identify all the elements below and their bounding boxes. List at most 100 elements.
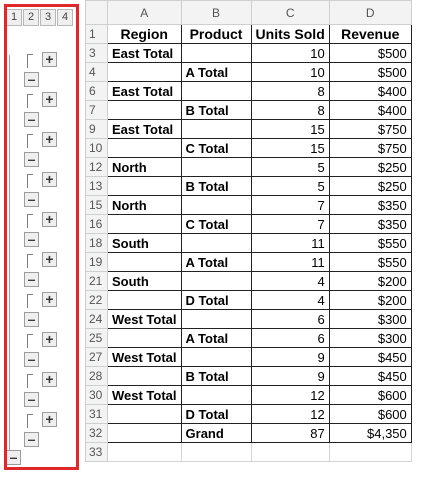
- cell-b[interactable]: [180, 233, 252, 253]
- cell-b[interactable]: A Total: [180, 62, 252, 82]
- cell-d[interactable]: $200: [328, 290, 412, 310]
- collapse-group-button[interactable]: –: [24, 112, 39, 127]
- expand-group-button[interactable]: +: [42, 252, 57, 267]
- expand-group-button[interactable]: +: [42, 132, 57, 147]
- cell-a[interactable]: [107, 366, 182, 386]
- cell-a[interactable]: East Total: [107, 81, 182, 101]
- cell-d[interactable]: $500: [328, 62, 412, 82]
- cell-b[interactable]: Product: [180, 24, 252, 44]
- cell-d[interactable]: [328, 442, 412, 462]
- outline-level-2-button[interactable]: 2: [23, 9, 39, 26]
- cell-c[interactable]: 4: [250, 271, 330, 291]
- cell-a[interactable]: [107, 176, 182, 196]
- row-number[interactable]: 31: [85, 404, 108, 424]
- row-number[interactable]: 12: [85, 157, 108, 177]
- row-number[interactable]: 30: [85, 385, 108, 405]
- column-header-d[interactable]: D: [328, 0, 412, 25]
- cell-d[interactable]: $750: [328, 138, 412, 158]
- cell-c[interactable]: 6: [250, 328, 330, 348]
- row-number[interactable]: 22: [85, 290, 108, 310]
- cell-b[interactable]: [180, 195, 252, 215]
- cell-c[interactable]: 8: [250, 81, 330, 101]
- cell-a[interactable]: East Total: [107, 119, 182, 139]
- row-number[interactable]: 16: [85, 214, 108, 234]
- expand-group-button[interactable]: +: [42, 52, 57, 67]
- collapse-group-button[interactable]: –: [24, 312, 39, 327]
- select-all-corner[interactable]: [85, 0, 108, 25]
- row-number[interactable]: 4: [85, 62, 108, 82]
- row-number[interactable]: 32: [85, 423, 108, 443]
- cell-a[interactable]: [107, 138, 182, 158]
- expand-group-button[interactable]: +: [42, 292, 57, 307]
- expand-group-button[interactable]: +: [42, 212, 57, 227]
- row-number[interactable]: 1: [85, 24, 108, 44]
- cell-b[interactable]: [180, 385, 252, 405]
- cell-d[interactable]: $750: [328, 119, 412, 139]
- cell-a[interactable]: North: [107, 195, 182, 215]
- cell-c[interactable]: 7: [250, 195, 330, 215]
- collapse-group-button[interactable]: –: [24, 272, 39, 287]
- column-header-b[interactable]: B: [180, 0, 252, 25]
- collapse-group-button[interactable]: –: [24, 152, 39, 167]
- cell-c[interactable]: 10: [250, 43, 330, 63]
- cell-c[interactable]: 5: [250, 157, 330, 177]
- cell-b[interactable]: [180, 43, 252, 63]
- cell-c[interactable]: [250, 442, 330, 462]
- cell-a[interactable]: West Total: [107, 385, 182, 405]
- row-number[interactable]: 33: [85, 442, 108, 462]
- cell-c[interactable]: 8: [250, 100, 330, 120]
- cell-b[interactable]: C Total: [180, 138, 252, 158]
- row-number[interactable]: 25: [85, 328, 108, 348]
- expand-group-button[interactable]: +: [42, 372, 57, 387]
- row-number[interactable]: 27: [85, 347, 108, 367]
- row-number[interactable]: 18: [85, 233, 108, 253]
- cell-d[interactable]: $400: [328, 81, 412, 101]
- cell-b[interactable]: D Total: [180, 290, 252, 310]
- cell-d[interactable]: $4,350: [328, 423, 412, 443]
- cell-b[interactable]: B Total: [180, 100, 252, 120]
- collapse-group-button[interactable]: –: [24, 192, 39, 207]
- collapse-group-button[interactable]: –: [24, 352, 39, 367]
- cell-a[interactable]: South: [107, 271, 182, 291]
- cell-d[interactable]: $600: [328, 404, 412, 424]
- cell-c[interactable]: 11: [250, 252, 330, 272]
- cell-b[interactable]: D Total: [180, 404, 252, 424]
- expand-group-button[interactable]: +: [42, 412, 57, 427]
- cell-d[interactable]: $450: [328, 347, 412, 367]
- cell-b[interactable]: [180, 81, 252, 101]
- row-number[interactable]: 9: [85, 119, 108, 139]
- cell-d[interactable]: $300: [328, 309, 412, 329]
- collapse-group-button[interactable]: –: [24, 432, 39, 447]
- cell-c[interactable]: 15: [250, 138, 330, 158]
- cell-d[interactable]: $250: [328, 176, 412, 196]
- cell-c[interactable]: 11: [250, 233, 330, 253]
- collapse-all-button[interactable]: –: [6, 450, 21, 465]
- expand-group-button[interactable]: +: [42, 172, 57, 187]
- cell-a[interactable]: [107, 328, 182, 348]
- cell-d[interactable]: $200: [328, 271, 412, 291]
- cell-c[interactable]: 4: [250, 290, 330, 310]
- cell-a[interactable]: [107, 252, 182, 272]
- row-number[interactable]: 13: [85, 176, 108, 196]
- cell-b[interactable]: A Total: [180, 328, 252, 348]
- cell-a[interactable]: [107, 290, 182, 310]
- cell-c[interactable]: 12: [250, 385, 330, 405]
- cell-a[interactable]: [107, 100, 182, 120]
- cell-b[interactable]: [180, 119, 252, 139]
- row-number[interactable]: 6: [85, 81, 108, 101]
- row-number[interactable]: 10: [85, 138, 108, 158]
- cell-d[interactable]: $550: [328, 233, 412, 253]
- cell-d[interactable]: $300: [328, 328, 412, 348]
- cell-a[interactable]: West Total: [107, 309, 182, 329]
- collapse-group-button[interactable]: –: [24, 392, 39, 407]
- cell-a[interactable]: [107, 423, 182, 443]
- collapse-group-button[interactable]: –: [24, 232, 39, 247]
- cell-d[interactable]: $350: [328, 195, 412, 215]
- column-header-a[interactable]: A: [107, 0, 182, 25]
- cell-a[interactable]: Region: [107, 24, 182, 44]
- cell-d[interactable]: $400: [328, 100, 412, 120]
- cell-a[interactable]: South: [107, 233, 182, 253]
- row-number[interactable]: 19: [85, 252, 108, 272]
- cell-b[interactable]: B Total: [180, 366, 252, 386]
- cell-b[interactable]: A Total: [180, 252, 252, 272]
